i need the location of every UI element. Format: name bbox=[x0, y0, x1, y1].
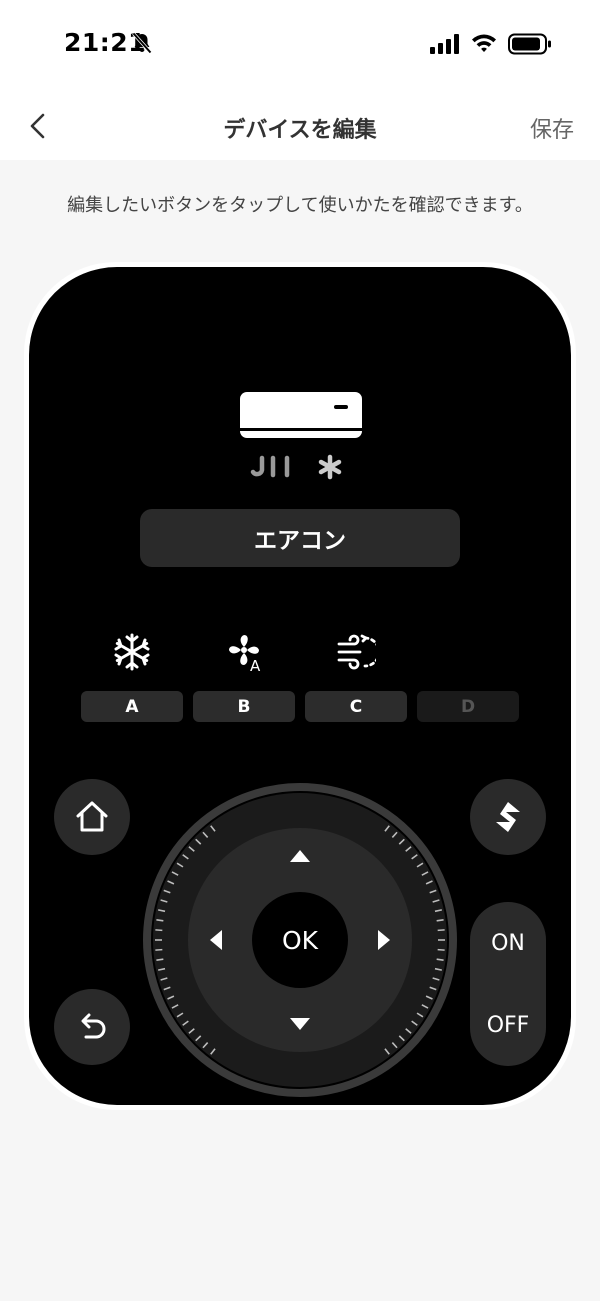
dpad-right-button[interactable] bbox=[350, 890, 410, 990]
mode-button-c[interactable]: C bbox=[305, 691, 407, 722]
bell-slash-icon bbox=[132, 32, 152, 54]
on-button[interactable]: ON bbox=[470, 902, 546, 984]
dial-tick bbox=[436, 958, 444, 961]
home-button[interactable] bbox=[54, 779, 130, 855]
switch-input-icon bbox=[496, 802, 520, 832]
page-title: デバイスを編集 bbox=[223, 118, 377, 143]
fan-auto-icon: A bbox=[229, 635, 261, 672]
return-arrow-icon bbox=[81, 1013, 106, 1039]
mode-button-b[interactable]: B bbox=[193, 691, 295, 722]
home-icon bbox=[76, 801, 108, 832]
svg-text:A: A bbox=[250, 657, 261, 672]
instruction-text: 編集したいボタンをタップして使いかたを確認できます。 bbox=[67, 195, 533, 216]
mode-button-a[interactable]: A bbox=[81, 691, 183, 722]
snowflake-icon bbox=[114, 633, 150, 671]
power-pill: ON OFF bbox=[470, 902, 546, 1066]
mode-button-d[interactable]: D bbox=[417, 691, 519, 722]
battery-icon bbox=[508, 33, 551, 55]
wifi-icon bbox=[472, 34, 496, 52]
cellular-signal-icon bbox=[430, 34, 459, 54]
nav-bar: デバイスを編集 保存 bbox=[0, 92, 600, 160]
ok-button[interactable]: OK bbox=[252, 892, 348, 988]
dpad-up-button[interactable] bbox=[250, 825, 350, 885]
dial-tick bbox=[156, 919, 164, 922]
save-button[interactable]: 保存 bbox=[530, 112, 574, 144]
status-bar: 21:21 bbox=[0, 0, 600, 92]
device-name-button[interactable]: エアコン bbox=[140, 509, 460, 567]
off-button[interactable]: OFF bbox=[470, 984, 546, 1066]
dial-tick bbox=[156, 958, 164, 961]
dpad-down-button[interactable] bbox=[250, 995, 350, 1055]
dial-tick bbox=[436, 919, 444, 922]
wind-swing-icon bbox=[337, 634, 376, 670]
dpad-left-button[interactable] bbox=[190, 890, 250, 990]
air-conditioner-icon bbox=[240, 392, 362, 480]
return-button[interactable] bbox=[54, 989, 130, 1065]
switch-input-button[interactable] bbox=[470, 779, 546, 855]
